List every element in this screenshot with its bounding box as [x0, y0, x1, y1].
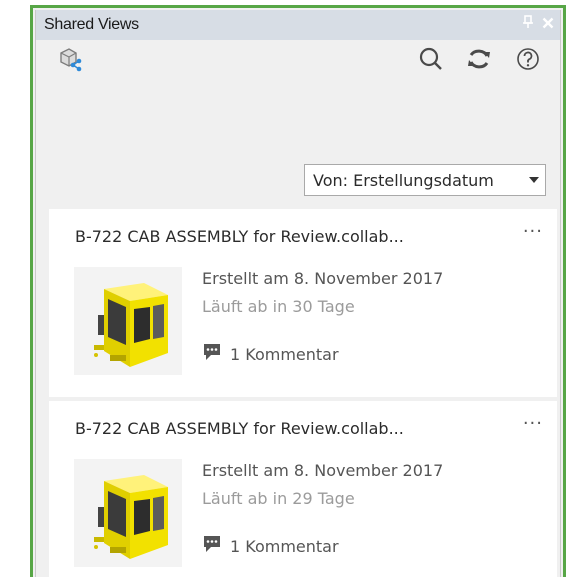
card-title: B-722 CAB ASSEMBLY for Review.collab... — [75, 419, 404, 438]
comments-link[interactable]: 1 Kommentar — [202, 535, 339, 557]
comment-count: 1 Kommentar — [230, 344, 339, 364]
panel-title: Shared Views — [44, 16, 139, 33]
comment-count: 1 Kommentar — [230, 536, 339, 556]
help-icon[interactable] — [513, 44, 543, 74]
comment-icon — [202, 343, 222, 365]
card-thumbnail — [74, 459, 182, 567]
pin-icon[interactable] — [522, 14, 534, 34]
shared-view-card[interactable]: B-722 CAB ASSEMBLY for Review.collab... … — [49, 401, 557, 577]
shared-views-icon[interactable] — [54, 44, 84, 74]
sort-dropdown[interactable]: Von: Erstellungsdatum — [304, 164, 546, 196]
expiry-info: Läuft ab in 29 Tage — [202, 489, 355, 508]
titlebar-buttons — [522, 14, 554, 34]
search-icon[interactable] — [416, 44, 446, 74]
shared-views-panel: Shared Views Von: Erstellungsdatum B-722… — [30, 5, 566, 577]
created-date: Erstellt am 8. November 2017 — [202, 461, 444, 480]
cab-assembly-image — [94, 475, 168, 559]
panel-titlebar[interactable]: Shared Views — [36, 10, 560, 40]
comments-link[interactable]: 1 Kommentar — [202, 343, 339, 365]
created-date: Erstellt am 8. November 2017 — [202, 269, 444, 288]
close-icon[interactable] — [542, 14, 554, 34]
sort-dropdown-label: Von: Erstellungsdatum — [313, 170, 494, 190]
comment-icon — [202, 535, 222, 557]
card-thumbnail — [74, 267, 182, 375]
expiry-info: Läuft ab in 30 Tage — [202, 297, 355, 316]
cab-assembly-image — [94, 283, 168, 367]
refresh-icon[interactable] — [464, 44, 494, 74]
more-options-icon[interactable]: ··· — [523, 413, 543, 434]
shared-view-card[interactable]: B-722 CAB ASSEMBLY for Review.collab... … — [49, 209, 557, 397]
more-options-icon[interactable]: ··· — [523, 221, 543, 242]
panel-body: Shared Views Von: Erstellungsdatum B-722… — [35, 10, 561, 577]
chevron-down-icon — [529, 177, 539, 183]
card-title: B-722 CAB ASSEMBLY for Review.collab... — [75, 227, 404, 246]
